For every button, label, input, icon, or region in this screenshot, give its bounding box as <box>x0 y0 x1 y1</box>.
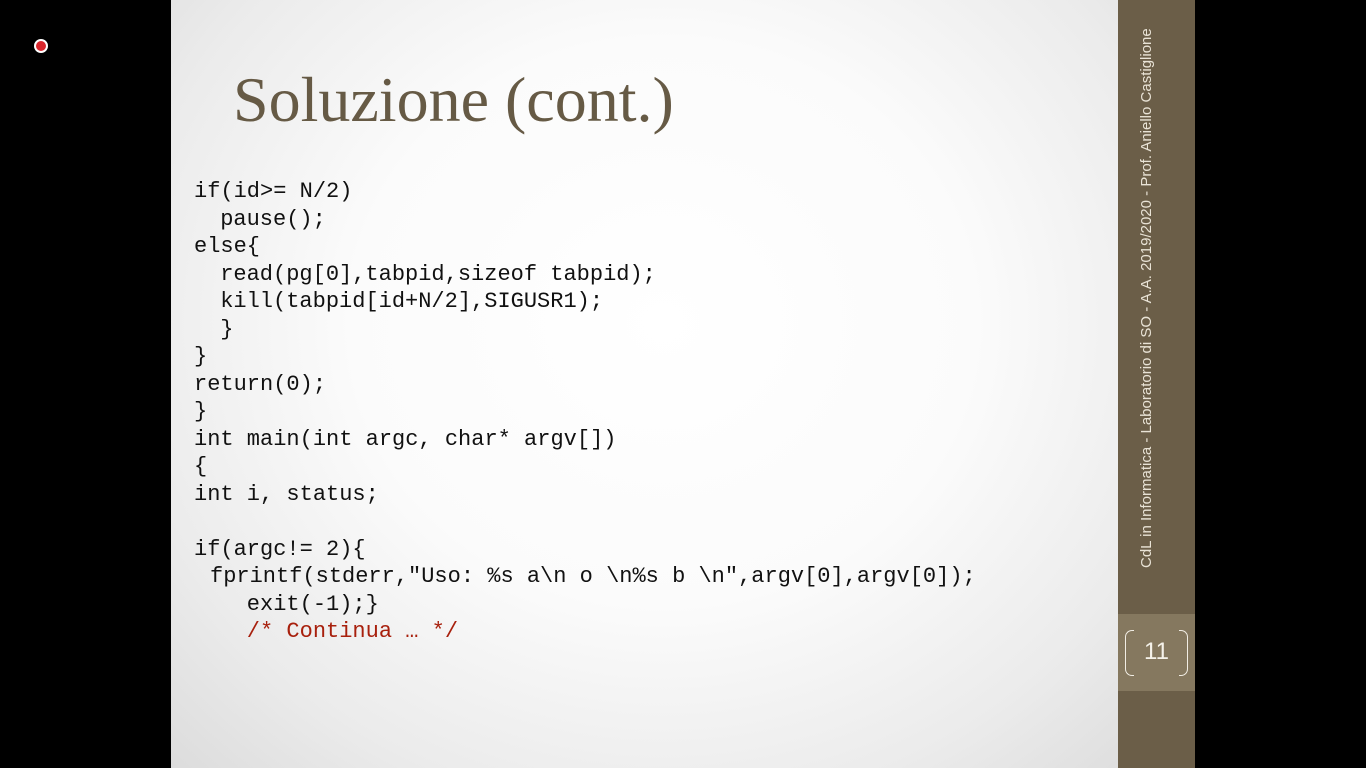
slide-title: Soluzione (cont.) <box>233 64 674 135</box>
page-number-box: 11 <box>1118 614 1195 691</box>
code-line: return(0); <box>194 371 327 397</box>
code-line: fprintf(stderr,"Uso: %s a\n o \n%s b \n"… <box>210 564 976 589</box>
code-line: } <box>194 344 208 369</box>
code-line: pause(); <box>207 206 326 232</box>
code-line: { <box>194 454 208 479</box>
code-block: if(id>= N/2) pause(); else{ read(pg[0],t… <box>194 178 976 646</box>
presentation-viewer: Soluzione (cont.) if(id>= N/2) pause(); … <box>0 0 1366 768</box>
code-line: kill(tabpid[id+N/2],SIGUSR1); <box>207 289 604 314</box>
code-line: if(argc!= 2){ <box>194 536 366 562</box>
code-line: else{ <box>194 234 261 259</box>
code-line: exit(-1);} <box>194 591 379 617</box>
code-line: } <box>207 316 234 342</box>
code-line: read(pg[0],tabpid,sizeof tabpid); <box>207 261 656 287</box>
slide: Soluzione (cont.) if(id>= N/2) pause(); … <box>171 0 1118 768</box>
code-line: int main(int argc, char* argv[]) <box>194 426 617 452</box>
slide-footer: CdL in Informatica - Laboratorio di SO -… <box>1138 28 1155 568</box>
code-comment: /* Continua … */ <box>194 619 459 644</box>
page-number: 11 <box>1144 638 1169 665</box>
code-line: if(id>= N/2) <box>194 179 353 204</box>
code-line: } <box>194 399 208 424</box>
code-line: int i, status; <box>194 481 379 507</box>
recording-indicator-icon <box>34 39 48 53</box>
